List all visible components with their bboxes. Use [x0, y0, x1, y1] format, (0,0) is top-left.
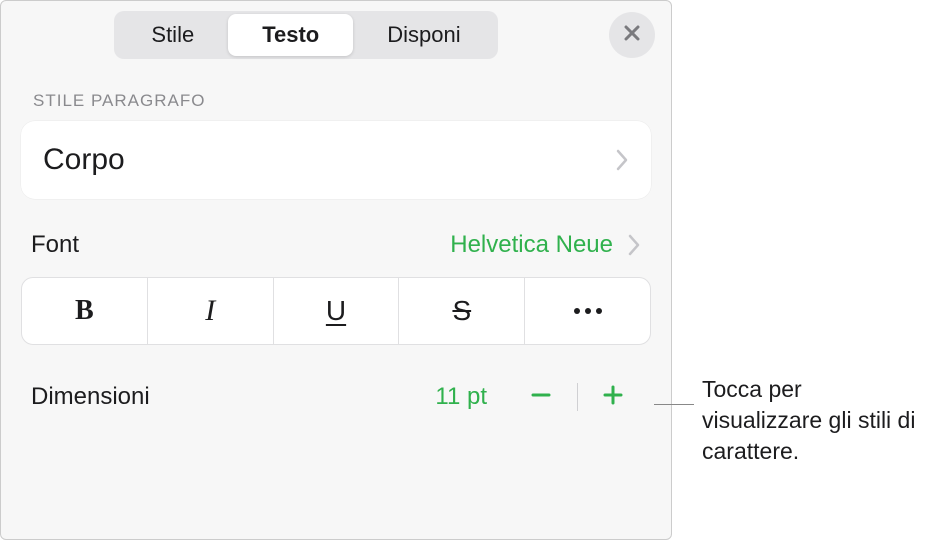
size-stepper — [505, 373, 649, 421]
chevron-right-icon — [615, 148, 629, 172]
format-panel: Stile Testo Disponi STILE PARAGRAFO Corp… — [0, 0, 672, 540]
font-row[interactable]: Font Helvetica Neue — [1, 199, 671, 273]
callout-text: Tocca per visualizzare gli stili di cara… — [702, 374, 922, 467]
strikethrough-button[interactable]: S — [399, 278, 525, 344]
paragraph-style-value: Corpo — [43, 143, 615, 177]
callout: Tocca per visualizzare gli stili di cara… — [672, 0, 926, 540]
underline-button[interactable]: U — [274, 278, 400, 344]
more-styles-button[interactable] — [525, 278, 650, 344]
strikethrough-icon: S — [452, 295, 471, 327]
bold-button[interactable]: B — [22, 278, 148, 344]
close-icon — [622, 23, 642, 48]
tab-style[interactable]: Stile — [117, 14, 228, 56]
size-value: 11 pt — [435, 383, 487, 411]
paragraph-style-row[interactable]: Corpo — [21, 121, 651, 199]
underline-icon: U — [326, 295, 346, 327]
paragraph-style-card: Corpo — [21, 121, 651, 199]
tab-text[interactable]: Testo — [228, 14, 353, 56]
size-increase-button[interactable] — [578, 373, 650, 421]
close-button[interactable] — [609, 12, 655, 58]
tab-arrange[interactable]: Disponi — [353, 14, 494, 56]
chevron-right-icon — [627, 233, 641, 257]
callout-leader-line — [654, 404, 694, 405]
size-row: Dimensioni 11 pt — [1, 345, 671, 431]
font-value: Helvetica Neue — [450, 231, 613, 259]
font-label: Font — [31, 231, 450, 259]
top-bar: Stile Testo Disponi — [1, 1, 671, 63]
more-icon — [574, 308, 602, 314]
segmented-control: Stile Testo Disponi — [114, 11, 497, 59]
size-label: Dimensioni — [31, 383, 435, 411]
plus-icon — [600, 382, 626, 413]
italic-button[interactable]: I — [148, 278, 274, 344]
text-style-button-group: B I U S — [21, 277, 651, 345]
minus-icon — [528, 382, 554, 413]
size-decrease-button[interactable] — [505, 373, 577, 421]
section-heading-paragraph-style: STILE PARAGRAFO — [1, 63, 671, 121]
